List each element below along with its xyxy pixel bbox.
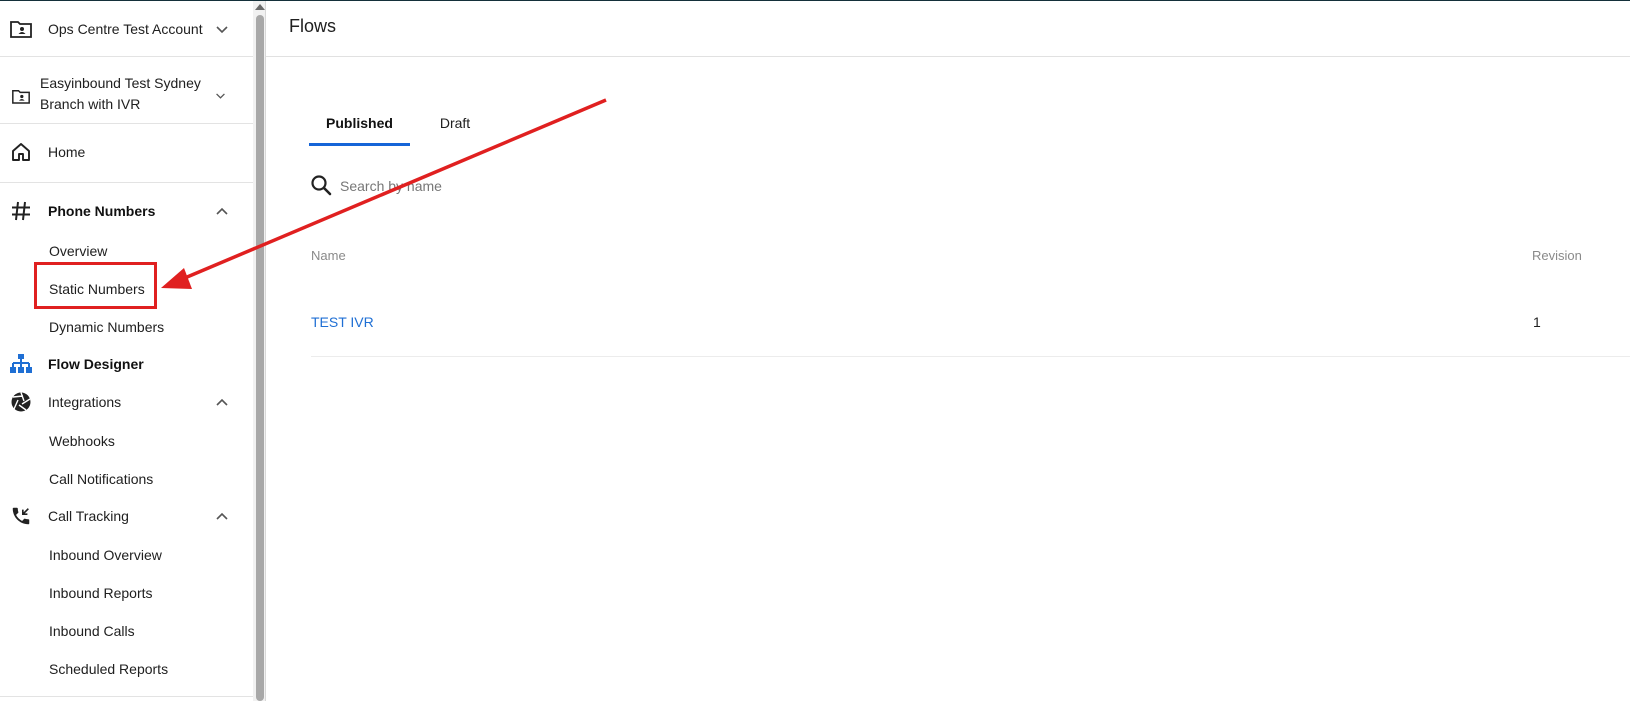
account-selector[interactable]: Ops Centre Test Account bbox=[0, 14, 253, 44]
chevron-up-icon[interactable] bbox=[215, 204, 229, 218]
chevron-up-icon[interactable] bbox=[215, 509, 229, 523]
sidebar-item-integrations[interactable]: Integrations bbox=[0, 385, 253, 419]
sidebar-item-label: Flow Designer bbox=[48, 356, 144, 372]
home-icon bbox=[8, 139, 34, 165]
sidebar-item-label: Home bbox=[48, 144, 86, 160]
sidebar-subitem-inbound-calls[interactable]: Inbound Calls bbox=[49, 621, 135, 641]
branch-name-line2: Branch with IVR bbox=[40, 96, 141, 112]
page-header bbox=[266, 1, 1630, 57]
sidebar-item-flow-designer[interactable]: Flow Designer bbox=[0, 347, 253, 381]
chevron-up-icon[interactable] bbox=[215, 395, 229, 409]
column-header-revision[interactable]: Revision bbox=[1532, 248, 1582, 263]
content-edge bbox=[265, 1, 266, 701]
folder-account-icon bbox=[10, 18, 32, 40]
table-row-divider bbox=[311, 356, 1630, 357]
sidebar-item-call-tracking[interactable]: Call Tracking bbox=[0, 499, 253, 533]
sidebar-divider bbox=[0, 56, 253, 57]
sidebar-subitem-scheduled-reports[interactable]: Scheduled Reports bbox=[49, 659, 168, 679]
sidebar-subitem-overview[interactable]: Overview bbox=[49, 241, 107, 261]
sidebar-item-label: Call Tracking bbox=[48, 508, 129, 524]
tab-draft[interactable]: Draft bbox=[420, 103, 490, 143]
sidebar-subitem-inbound-overview[interactable]: Inbound Overview bbox=[49, 545, 162, 565]
sidebar-subitem-inbound-reports[interactable]: Inbound Reports bbox=[49, 583, 153, 603]
flow-revision: 1 bbox=[1533, 314, 1541, 330]
sidebar: Ops Centre Test Account Easyinbound Test… bbox=[0, 1, 253, 701]
scroll-up-arrow-icon[interactable] bbox=[255, 4, 265, 10]
search-input[interactable] bbox=[338, 172, 942, 200]
sidebar-divider bbox=[0, 182, 253, 183]
search-icon bbox=[311, 175, 332, 196]
chevron-down-icon[interactable] bbox=[215, 90, 226, 101]
hash-icon bbox=[8, 198, 34, 224]
sidebar-divider bbox=[0, 123, 253, 124]
sidebar-scrollbar-thumb[interactable] bbox=[256, 15, 264, 701]
chevron-down-icon[interactable] bbox=[215, 22, 229, 36]
branch-selector[interactable]: Easyinbound Test Sydney Branch with IVR bbox=[0, 73, 253, 117]
sidebar-subitem-dynamic-numbers[interactable]: Dynamic Numbers bbox=[49, 317, 164, 337]
tab-published[interactable]: Published bbox=[309, 103, 410, 146]
phone-incoming-icon bbox=[8, 503, 34, 529]
annotation-highlight-box bbox=[34, 262, 157, 309]
sidebar-item-phone-numbers[interactable]: Phone Numbers bbox=[0, 194, 253, 228]
page-title: Flows bbox=[289, 16, 337, 36]
sidebar-item-label: Integrations bbox=[48, 394, 122, 410]
sidebar-item-home[interactable]: Home bbox=[0, 135, 253, 169]
sidebar-divider bbox=[0, 696, 253, 697]
sidebar-subitem-call-notifications[interactable]: Call Notifications bbox=[49, 469, 153, 489]
sidebar-item-label: Phone Numbers bbox=[48, 203, 156, 219]
branch-name-line1: Easyinbound Test Sydney bbox=[40, 75, 201, 91]
account-name: Ops Centre Test Account bbox=[48, 20, 203, 37]
column-header-name[interactable]: Name bbox=[311, 248, 346, 263]
folder-account-icon bbox=[10, 85, 32, 107]
flow-name-link[interactable]: TEST IVR bbox=[311, 314, 374, 330]
sidebar-subitem-webhooks[interactable]: Webhooks bbox=[49, 431, 115, 451]
aperture-icon bbox=[8, 389, 34, 415]
sitemap-icon bbox=[8, 351, 34, 377]
